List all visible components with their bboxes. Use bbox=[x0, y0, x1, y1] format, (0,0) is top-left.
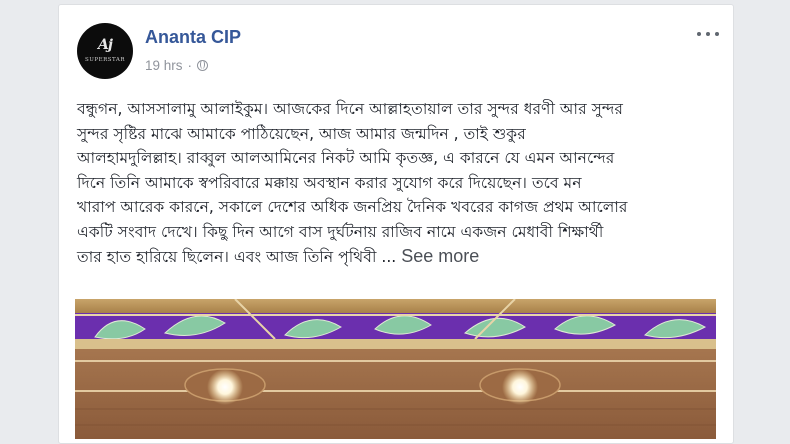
post-text-line: দিনে তিনি আমাকে স্বপরিবারে মক্কায় অবস্থ… bbox=[77, 173, 582, 192]
more-dot bbox=[706, 32, 710, 36]
post-text-line: বন্ধুগন, আসসালামু আলাইকুম। আজকের দিনে আল… bbox=[77, 100, 624, 118]
post-text-line: আলহামদুলিল্লাহ। রাব্বুল আলআমিনের নিকট আম… bbox=[77, 149, 615, 167]
post-text-line: খারাপ আরেক কারনে, সকালে দেশের অধিক জনপ্র… bbox=[77, 198, 628, 216]
author-name[interactable]: Ananta CIP bbox=[145, 27, 241, 48]
avatar-monogram: Aj bbox=[98, 37, 113, 53]
post-text-line: সুন্দর সৃষ্টির মাঝে আমাকে পাঠিয়েছেন, আজ… bbox=[77, 124, 526, 143]
post-card: Aj SUPERSTAR Ananta CIP 19 hrs · বন্ধুগন… bbox=[58, 4, 734, 444]
more-options-icon[interactable] bbox=[697, 27, 719, 41]
post-text-line: তার হাত হারিয়ে ছিলেন। এবং আজ তিনি পৃথিব… bbox=[77, 248, 397, 266]
post-photo[interactable] bbox=[75, 299, 716, 439]
more-dot bbox=[715, 32, 719, 36]
post-text-line: একটি সংবাদ দেখে। কিছু দিন আগে বাস দুর্ঘট… bbox=[77, 222, 604, 241]
more-dot bbox=[697, 32, 701, 36]
avatar-caption: SUPERSTAR bbox=[84, 57, 125, 63]
globe-icon[interactable] bbox=[197, 60, 209, 71]
meta-separator: · bbox=[187, 58, 193, 73]
post-text: বন্ধুগন, আসসালামু আলাইকুম। আজকের দিনে আল… bbox=[77, 97, 723, 270]
photo-image bbox=[75, 299, 716, 439]
post-meta: 19 hrs · bbox=[145, 58, 209, 73]
post-timestamp[interactable]: 19 hrs bbox=[145, 58, 183, 73]
see-more-link[interactable]: See more bbox=[401, 246, 479, 266]
avatar[interactable]: Aj SUPERSTAR bbox=[77, 23, 133, 79]
